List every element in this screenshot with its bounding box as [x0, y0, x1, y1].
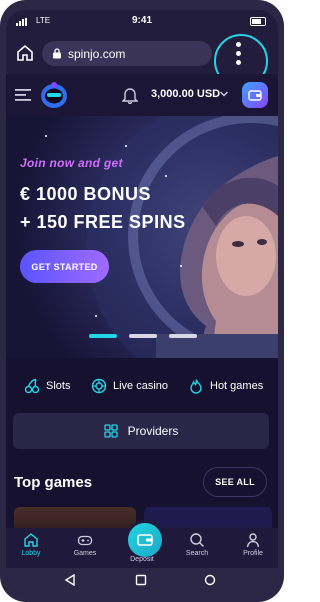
astronaut-illustration [45, 116, 278, 358]
user-icon [246, 533, 260, 548]
phone-frame: LTE 9:41 spinjo.com 3,000.00 USD Join no… [0, 0, 284, 602]
nav-label: Profile [243, 550, 263, 557]
carousel-dot[interactable] [89, 334, 117, 338]
balance-amount[interactable]: 3,000.00 USD [151, 88, 220, 100]
category-hot-games[interactable]: Hot games [188, 376, 263, 396]
nav-deposit[interactable]: Deposit [117, 556, 167, 563]
search-icon [190, 533, 204, 547]
url-text: spinjo.com [68, 47, 126, 61]
category-slots[interactable]: Slots [24, 376, 70, 396]
status-bar: LTE 9:41 [6, 10, 278, 32]
providers-label: Providers [127, 424, 179, 438]
wallet-icon [137, 534, 153, 546]
nav-label: Search [185, 550, 209, 557]
browser-toolbar: spinjo.com [6, 32, 278, 88]
wallet-button[interactable] [242, 82, 268, 108]
banner-tagline: Join now and get [20, 156, 123, 170]
category-live-casino[interactable]: Live casino [91, 376, 168, 396]
category-label: Live casino [113, 380, 169, 392]
screen: LTE 9:41 spinjo.com 3,000.00 USD Join no… [6, 10, 278, 594]
gamepad-icon [77, 535, 93, 546]
see-all-button[interactable]: SEE ALL [203, 467, 267, 497]
banner-bonus-line2: + 150 FREE SPINS [20, 212, 186, 232]
nav-search[interactable]: Search [172, 532, 222, 557]
address-bar[interactable]: spinjo.com [42, 41, 212, 66]
clock: 9:41 [131, 15, 152, 26]
carousel-dot[interactable] [169, 334, 197, 338]
category-label: Hot games [210, 380, 264, 392]
back-icon[interactable] [64, 574, 76, 586]
section-title: Top games [14, 474, 93, 491]
lock-icon [53, 48, 61, 59]
nav-label: Deposit [130, 556, 154, 563]
nav-games[interactable]: Games [60, 532, 110, 557]
carousel-indicators [89, 334, 199, 338]
hamburger-menu-icon[interactable] [15, 89, 31, 101]
home-circle-icon[interactable] [204, 574, 216, 586]
chevron-down-icon[interactable] [219, 89, 229, 99]
nav-label: Lobby [21, 550, 41, 557]
cherry-icon [24, 378, 40, 394]
category-label: Slots [46, 380, 71, 392]
carousel-dot[interactable] [129, 334, 157, 338]
promo-banner[interactable]: Join now and get € 1000 BONUS + 150 FREE… [6, 116, 278, 358]
spinjo-logo[interactable] [39, 81, 69, 109]
get-started-button[interactable]: GET STARTED [20, 250, 109, 283]
site-header: 3,000.00 USD [6, 74, 278, 116]
bell-icon[interactable] [122, 86, 138, 104]
grid-icon [104, 424, 118, 438]
wallet-icon [248, 90, 262, 101]
more-options-icon[interactable] [236, 42, 242, 66]
system-navigation-bar [6, 568, 278, 594]
home-icon [24, 533, 38, 547]
nav-lobby[interactable]: Lobby [6, 532, 56, 557]
nav-label: Games [73, 550, 97, 557]
home-icon[interactable] [16, 44, 34, 62]
recents-icon[interactable] [135, 574, 147, 586]
banner-bonus-line1: € 1000 BONUS [20, 184, 152, 204]
flame-icon [190, 379, 202, 394]
battery-icon [250, 17, 266, 26]
bottom-navigation: Lobby Games Deposit Search Profile [6, 520, 278, 568]
roulette-icon [91, 378, 107, 394]
deposit-button[interactable] [125, 520, 165, 560]
providers-button[interactable]: Providers [13, 413, 269, 449]
nav-profile[interactable]: Profile [228, 532, 278, 557]
category-bar: Slots Live casino Hot games [6, 358, 278, 420]
